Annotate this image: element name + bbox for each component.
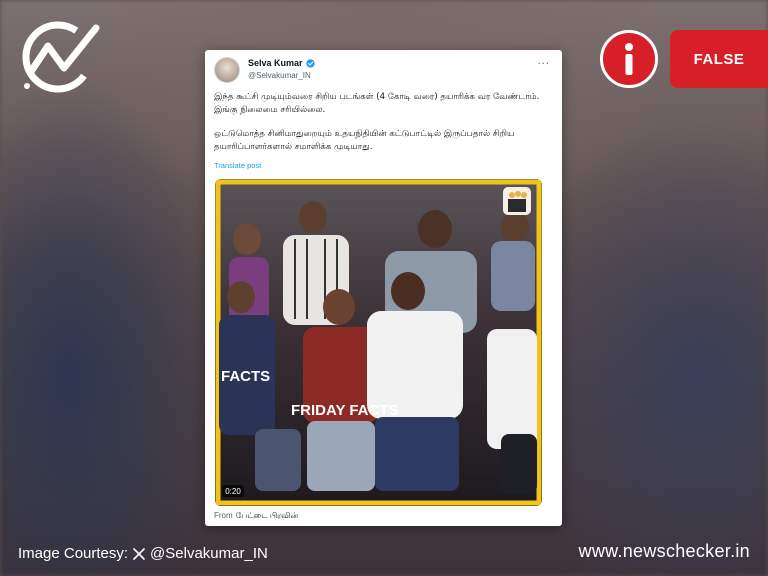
courtesy-handle: @Selvakumar_IN [150,545,268,562]
verdict-badge: FALSE [600,30,768,88]
newschecker-logo [22,21,100,93]
footer-source[interactable]: பேட்டை பிரவின் [236,511,298,520]
tweet-header: Selva Kumar @Selvakumar_IN ··· [214,57,554,87]
footer-label: From [214,511,233,520]
x-logo-icon [133,547,145,560]
video-player[interactable]: FACTS FRIDAY FACTS 0:20 [215,179,542,506]
verified-badge-icon [305,58,315,68]
image-courtesy: Image Courtesy: @Selvakumar_IN [18,545,268,562]
video-frame: FACTS FRIDAY FACTS 0:20 [215,179,542,506]
courtesy-label: Image Courtesy: [18,545,129,562]
translate-post-link[interactable]: Translate post [214,161,261,170]
tweet-paragraph-2: ஒட்டுமொத்த சினிமாதுறையும் உதயநிதியின் கட… [214,129,515,152]
tweet-footer: From பேட்டை பிரவின் [214,511,298,521]
display-name[interactable]: Selva Kumar [248,58,303,68]
more-options-icon[interactable]: ··· [537,59,550,70]
overlay-text-primary: FRIDAY FACTS [291,402,399,419]
site-url: www.newschecker.in [578,541,750,561]
verdict-label: FALSE [670,30,768,88]
overlay-text-secondary: FACTS [221,368,270,385]
tweet-card: Selva Kumar @Selvakumar_IN ··· இந்த கூட்… [205,50,562,526]
tweet-text: இந்த கூட்சி முடியும்வரை சிறிய படங்கள் (4… [214,91,552,153]
avatar[interactable] [214,57,240,83]
info-icon [600,30,658,88]
tweet-paragraph-1: இந்த கூட்சி முடியும்வரை சிறிய படங்கள் (4… [214,92,540,115]
user-handle[interactable]: @Selvakumar_IN [248,71,311,80]
video-timestamp: 0:20 [225,487,241,496]
